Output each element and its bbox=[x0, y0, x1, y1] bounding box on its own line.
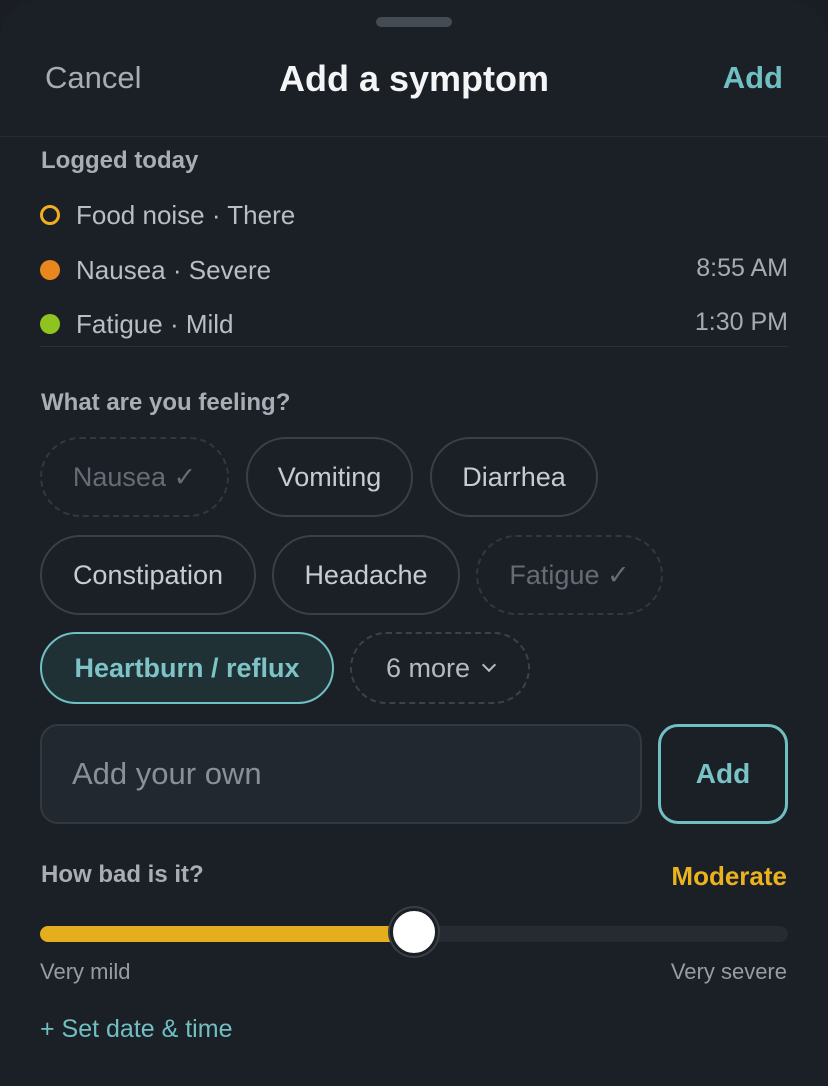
more-chips-label: 6 more bbox=[385, 652, 471, 683]
add-button[interactable]: Add bbox=[723, 60, 783, 96]
severity-heading: How bad is it? bbox=[41, 861, 204, 888]
set-date-time-link[interactable]: + Set date & time bbox=[40, 1015, 232, 1044]
severity-value-label: Moderate bbox=[671, 861, 787, 891]
severity-max-label: Very severe bbox=[670, 959, 787, 984]
chip-vomiting[interactable]: Vomiting bbox=[246, 437, 413, 517]
severity-min-label: Very mild bbox=[40, 959, 131, 984]
status-dot-icon bbox=[40, 314, 60, 334]
custom-symptom-input[interactable] bbox=[40, 724, 642, 824]
chip-headache[interactable]: Headache bbox=[272, 535, 460, 615]
logged-item-nausea: Nausea · Severe 8:55 AM bbox=[40, 250, 788, 290]
severity-slider[interactable] bbox=[40, 908, 788, 956]
chip-constipation[interactable]: Constipation bbox=[40, 535, 256, 615]
section-divider bbox=[40, 346, 788, 347]
chip-fatigue: Fatigue ✓ bbox=[476, 535, 663, 615]
severity-slider-thumb[interactable] bbox=[390, 908, 438, 956]
logged-item-label: Food noise · There bbox=[76, 200, 296, 230]
logged-item-label: Nausea · Severe bbox=[76, 255, 272, 285]
add-custom-symptom-button[interactable]: Add bbox=[658, 724, 788, 824]
chip-nausea: Nausea ✓ bbox=[40, 437, 229, 517]
add-symptom-sheet: Cancel Add a symptom Add Logged today Fo… bbox=[0, 0, 828, 1086]
chip-diarrhea[interactable]: Diarrhea bbox=[430, 437, 598, 517]
more-chips-button[interactable]: 6 more bbox=[350, 632, 530, 704]
logged-item-label: Fatigue · Mild bbox=[76, 309, 234, 339]
logged-today-heading: Logged today bbox=[41, 147, 199, 174]
sheet-header: Cancel Add a symptom Add bbox=[0, 0, 828, 137]
logged-item-time: 1:30 PM bbox=[694, 308, 788, 336]
status-dot-icon bbox=[40, 205, 60, 225]
chevron-down-icon bbox=[481, 657, 497, 673]
logged-item-time: 8:55 AM bbox=[696, 254, 788, 282]
feeling-heading: What are you feeling? bbox=[41, 389, 291, 416]
logged-item-food-noise: Food noise · There bbox=[40, 195, 788, 235]
chip-heartburn-reflux[interactable]: Heartburn / reflux bbox=[40, 632, 334, 704]
severity-slider-fill bbox=[40, 926, 414, 942]
status-dot-icon bbox=[40, 260, 60, 280]
page-title: Add a symptom bbox=[278, 58, 550, 99]
logged-item-fatigue: Fatigue · Mild 1:30 PM bbox=[40, 304, 788, 344]
